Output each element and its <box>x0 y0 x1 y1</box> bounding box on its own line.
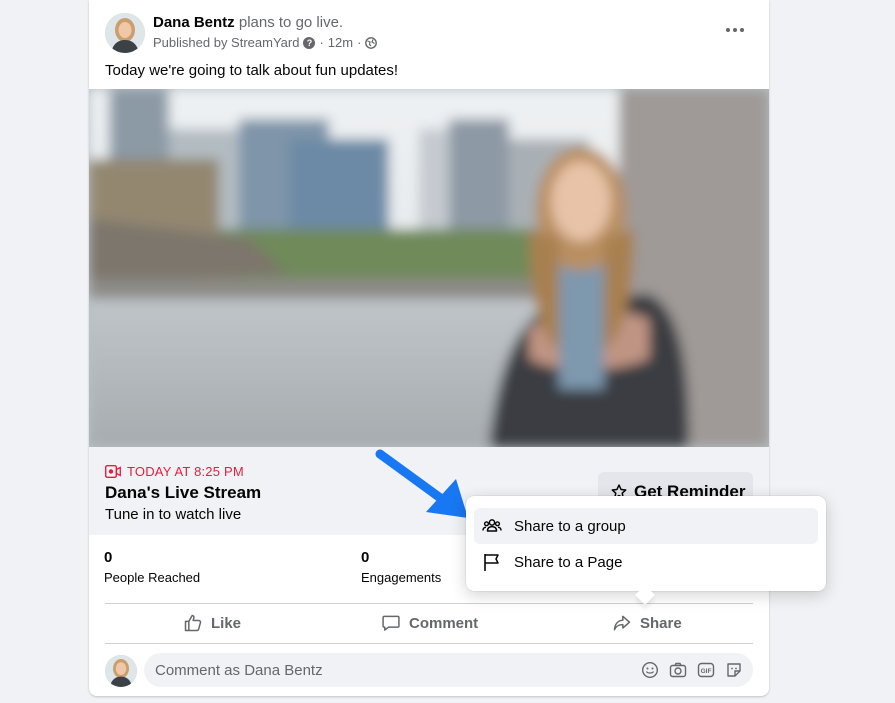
share-button[interactable]: Share <box>612 608 682 638</box>
event-time-text: TODAY AT 8:25 PM <box>127 464 244 479</box>
group-icon <box>482 519 502 532</box>
dot-icon <box>733 28 737 32</box>
event-title[interactable]: Dana's Live Stream <box>105 483 261 503</box>
author-avatar[interactable] <box>105 13 145 53</box>
post-meta: Published by StreamYard ? · 12m · <box>153 35 378 50</box>
gif-icon[interactable]: GIF <box>697 661 715 679</box>
meta-separator: · <box>319 35 324 50</box>
comment-placeholder: Comment as Dana Bentz <box>155 662 323 679</box>
post-header-title: Dana Bentz plans to go live. <box>153 14 343 31</box>
like-label: Like <box>211 614 242 632</box>
post-card: Dana Bentz plans to go live. Published b… <box>89 0 769 696</box>
comment-label: Comment <box>409 614 479 632</box>
svg-text:GIF: GIF <box>701 668 712 675</box>
share-label: Share <box>640 614 682 632</box>
post-time[interactable]: 12m <box>328 35 353 50</box>
people-reached-label: People Reached <box>104 570 201 585</box>
published-by: Published by StreamYard <box>153 35 300 50</box>
share-menu: Share to a group Share to a Page <box>466 496 826 605</box>
sticker-icon[interactable] <box>725 661 743 679</box>
post-text: Today we're going to talk about fun upda… <box>105 62 399 79</box>
event-subtitle: Tune in to watch live <box>105 506 242 523</box>
comment-input[interactable]: Comment as Dana Bentz GIF <box>144 653 753 687</box>
globe-icon <box>365 36 378 49</box>
photo-image <box>89 89 769 447</box>
meta-separator: · <box>357 35 362 50</box>
help-icon[interactable]: ? <box>303 36 316 49</box>
post-verb: plans to go live. <box>238 14 344 31</box>
people-reached-value: 0 <box>104 549 113 566</box>
post-photo[interactable] <box>89 89 769 447</box>
annotation-arrow <box>375 449 468 518</box>
share-arrow-icon <box>613 615 631 631</box>
share-to-group-label: Share to a group <box>514 517 626 535</box>
flag-icon <box>484 554 499 571</box>
dot-icon <box>740 28 744 32</box>
author-name[interactable]: Dana Bentz <box>153 14 235 31</box>
comment-button[interactable]: Comment <box>381 608 478 638</box>
engagements-value: 0 <box>361 549 370 566</box>
dot-icon <box>726 28 730 32</box>
more-options-button[interactable] <box>717 18 753 42</box>
share-to-group-option[interactable]: Share to a group <box>474 508 818 544</box>
comment-icon <box>382 615 400 631</box>
commenter-avatar[interactable] <box>105 655 137 687</box>
like-button[interactable]: Like <box>183 608 241 638</box>
camera-icon[interactable] <box>669 661 687 679</box>
thumbs-up-icon <box>184 614 202 632</box>
event-time: TODAY AT 8:25 PM <box>105 464 244 479</box>
divider <box>105 643 753 644</box>
divider <box>105 603 753 604</box>
share-to-page-label: Share to a Page <box>514 553 623 571</box>
share-to-page-option[interactable]: Share to a Page <box>474 544 818 580</box>
live-camera-icon <box>105 465 121 478</box>
emoji-icon[interactable] <box>641 661 659 679</box>
engagements-label: Engagements <box>361 570 442 585</box>
